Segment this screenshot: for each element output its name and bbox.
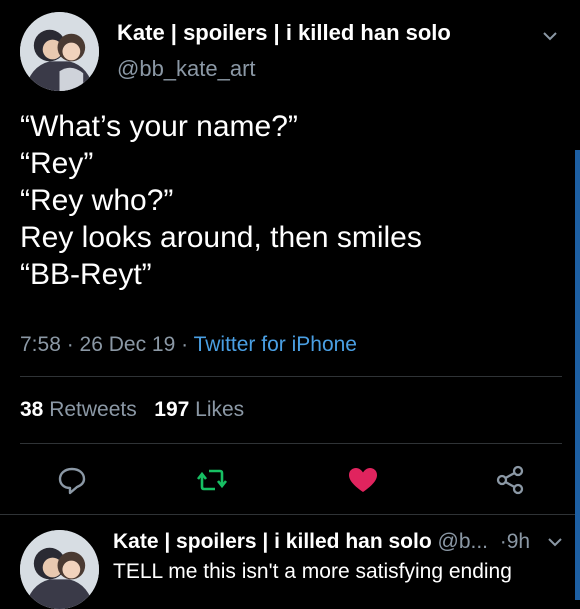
heart-icon[interactable] xyxy=(346,463,380,497)
tweet-line: Rey looks around, then smiles xyxy=(20,221,422,254)
tweet-line: “BB-Reyt” xyxy=(20,258,152,291)
divider xyxy=(20,443,562,444)
tweet-text: “What’s your name?” “Rey” “Rey who?” Rey… xyxy=(20,108,560,293)
reply-age[interactable]: 9h xyxy=(507,530,530,553)
reply-menu-chevron-icon[interactable] xyxy=(545,532,565,552)
tweet-date[interactable]: 26 Dec 19 xyxy=(80,333,176,356)
tweet-line: “Rey” xyxy=(20,147,94,180)
like-count: 197 xyxy=(154,398,190,421)
reply-author-name[interactable]: Kate | spoilers | i killed han solo xyxy=(113,530,432,553)
author-handle[interactable]: @bb_kate_art xyxy=(117,56,256,82)
author-name[interactable]: Kate | spoilers | i killed han solo xyxy=(117,20,451,46)
meta-separator: · xyxy=(181,333,194,356)
tweet-stats: 38 Retweets 197 Likes xyxy=(20,398,244,422)
reply-age-separator: · xyxy=(493,530,507,553)
tweet-menu-chevron-icon[interactable] xyxy=(540,26,560,46)
author-avatar[interactable] xyxy=(20,12,99,91)
reply-author-handle[interactable]: @b... xyxy=(438,530,489,553)
scroll-indicator xyxy=(575,150,580,600)
share-icon[interactable] xyxy=(493,463,527,497)
reply-author-avatar[interactable] xyxy=(20,530,99,609)
retweet-stat[interactable]: 38 Retweets xyxy=(20,398,137,421)
tweet-line: “What’s your name?” xyxy=(20,110,298,143)
like-stat[interactable]: 197 Likes xyxy=(154,398,244,421)
retweet-count: 38 xyxy=(20,398,44,421)
tweet-source-link[interactable]: Twitter for iPhone xyxy=(194,333,357,356)
divider xyxy=(20,376,562,377)
meta-separator: · xyxy=(66,333,80,356)
tweet-meta: 7:58 · 26 Dec 19 · Twitter for iPhone xyxy=(20,333,357,357)
divider xyxy=(0,514,580,515)
retweet-label: Retweets xyxy=(49,398,137,421)
tweet-time[interactable]: 7:58 xyxy=(20,333,61,356)
reply-header: Kate | spoilers | i killed han solo @b..… xyxy=(113,530,530,554)
reply-bubble-icon[interactable] xyxy=(55,463,89,497)
like-label: Likes xyxy=(195,398,245,421)
reply-tweet-text: TELL me this isn't a more satisfying end… xyxy=(113,560,512,583)
tweet-line: “Rey who?” xyxy=(20,184,174,217)
retweet-icon[interactable] xyxy=(195,463,229,497)
